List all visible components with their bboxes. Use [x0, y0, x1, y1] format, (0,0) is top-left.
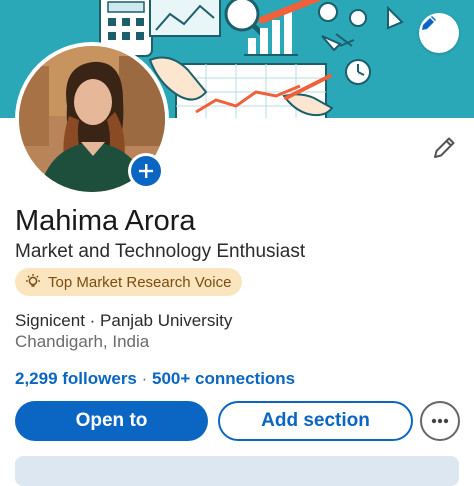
profile-name: Mahima Arora — [15, 205, 196, 237]
stats-separator: · — [136, 369, 152, 388]
open-to-button[interactable]: Open to — [15, 401, 208, 441]
profile-organization: Signicent · Panjab University — [15, 311, 233, 330]
open-to-work-card[interactable] — [15, 456, 459, 486]
top-voice-badge[interactable]: Top Market Research Voice — [15, 268, 243, 296]
plus-icon — [139, 164, 153, 178]
profile-location: Chandigarh, India — [15, 332, 150, 351]
ellipsis-icon — [431, 418, 449, 424]
add-photo-button[interactable] — [128, 153, 164, 189]
pencil-icon — [434, 137, 455, 158]
more-button[interactable] — [420, 401, 460, 441]
edit-banner-button[interactable] — [419, 13, 459, 53]
profile-headline: Market and Technology Enthusiast — [15, 241, 306, 262]
chart-card-illustration — [149, 0, 221, 37]
badge-label: Top Market Research Voice — [48, 273, 232, 291]
profile-stats: 2,299 followers · 500+ connections — [15, 369, 295, 389]
edit-profile-button[interactable] — [428, 132, 460, 164]
lightbulb-icon — [26, 274, 40, 287]
add-section-button[interactable]: Add section — [218, 401, 413, 441]
followers-link[interactable]: 2,299 followers — [15, 369, 137, 388]
pencil-icon — [422, 16, 436, 30]
connections-link[interactable]: 500+ connections — [152, 369, 295, 388]
